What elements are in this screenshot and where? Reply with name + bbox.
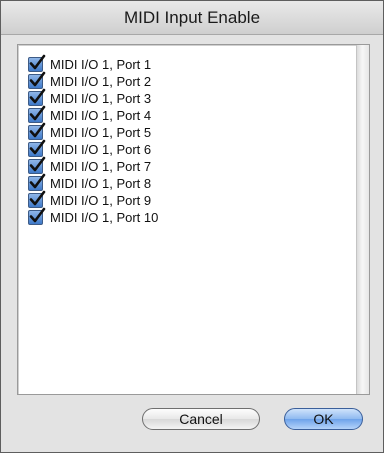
checkmark-icon [29, 156, 46, 172]
port-label: MIDI I/O 1, Port 2 [50, 74, 152, 89]
vertical-scrollbar[interactable] [356, 45, 369, 394]
midi-input-enable-dialog: MIDI Input Enable MIDI I/O 1, Port 1 MID… [0, 0, 384, 453]
port-label: MIDI I/O 1, Port 1 [50, 57, 152, 72]
list-item-port-7[interactable]: MIDI I/O 1, Port 7 [18, 156, 356, 175]
checkmark-icon [29, 122, 46, 138]
port-label: MIDI I/O 1, Port 7 [50, 159, 152, 174]
list-item-port-1[interactable]: MIDI I/O 1, Port 1 [18, 54, 356, 73]
list-item-port-2[interactable]: MIDI I/O 1, Port 2 [18, 71, 356, 90]
list-item-port-6[interactable]: MIDI I/O 1, Port 6 [18, 139, 356, 158]
checkmark-icon [29, 71, 46, 87]
port-label: MIDI I/O 1, Port 3 [50, 91, 152, 106]
checkmark-icon [29, 173, 46, 189]
checkmark-icon [29, 105, 46, 121]
list-item-port-4[interactable]: MIDI I/O 1, Port 4 [18, 105, 356, 124]
port-label: MIDI I/O 1, Port 5 [50, 125, 152, 140]
checkmark-icon [29, 139, 46, 155]
title-bar[interactable]: MIDI Input Enable [1, 1, 383, 35]
port-10-checkbox[interactable] [28, 207, 46, 225]
port-list-box: MIDI I/O 1, Port 1 MIDI I/O 1, Port 2 MI… [17, 44, 370, 395]
port-9-checkbox[interactable] [28, 190, 46, 208]
checkmark-icon [29, 190, 46, 206]
checkmark-icon [29, 88, 46, 104]
cancel-button[interactable]: Cancel [142, 408, 260, 430]
port-3-checkbox[interactable] [28, 88, 46, 106]
port-label: MIDI I/O 1, Port 6 [50, 142, 152, 157]
checkmark-icon [29, 54, 46, 70]
port-6-checkbox[interactable] [28, 139, 46, 157]
port-5-checkbox[interactable] [28, 122, 46, 140]
list-item-port-10[interactable]: MIDI I/O 1, Port 10 [18, 207, 356, 226]
port-label: MIDI I/O 1, Port 10 [50, 210, 159, 225]
checkmark-icon [29, 207, 46, 223]
port-8-checkbox[interactable] [28, 173, 46, 191]
list-item-port-9[interactable]: MIDI I/O 1, Port 9 [18, 190, 356, 209]
list-item-port-5[interactable]: MIDI I/O 1, Port 5 [18, 122, 356, 141]
port-2-checkbox[interactable] [28, 71, 46, 89]
port-7-checkbox[interactable] [28, 156, 46, 174]
list-item-port-8[interactable]: MIDI I/O 1, Port 8 [18, 173, 356, 192]
port-label: MIDI I/O 1, Port 8 [50, 176, 152, 191]
port-1-checkbox[interactable] [28, 54, 46, 72]
port-4-checkbox[interactable] [28, 105, 46, 123]
dialog-title: MIDI Input Enable [123, 7, 261, 27]
ok-button[interactable]: OK [284, 408, 363, 430]
port-label: MIDI I/O 1, Port 4 [50, 108, 152, 123]
list-item-port-3[interactable]: MIDI I/O 1, Port 3 [18, 88, 356, 107]
port-list: MIDI I/O 1, Port 1 MIDI I/O 1, Port 2 MI… [18, 45, 356, 394]
port-label: MIDI I/O 1, Port 9 [50, 193, 152, 208]
